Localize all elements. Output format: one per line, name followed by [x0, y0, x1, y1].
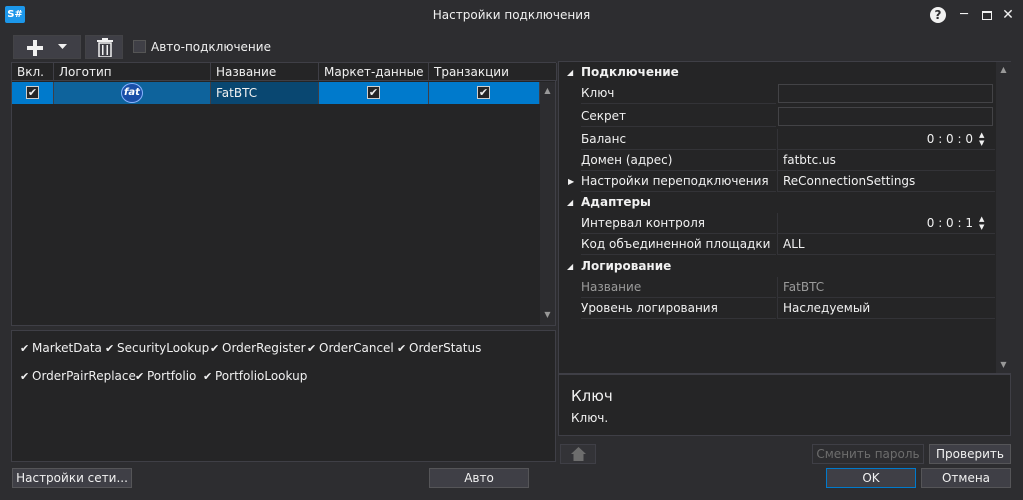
- property-grid: ◢ Подключение Ключ Секрет Баланс 0 : 0 :…: [558, 61, 1011, 374]
- cancel-button[interactable]: Отмена: [921, 468, 1011, 488]
- property-description: Ключ Ключ.: [558, 374, 1011, 436]
- property-domain: Домен (адрес) fatbtc.us: [559, 150, 996, 171]
- category-adapters[interactable]: ◢ Адаптеры: [559, 192, 996, 213]
- supported-transactions-panel: ✔ MarketData ✔ SecurityLookup ✔ OrderRegist…: [11, 330, 556, 462]
- balance-timespan-input[interactable]: 0 : 0 : 0: [777, 129, 995, 150]
- help-icon[interactable]: ?: [930, 7, 946, 23]
- scroll-up-icon[interactable]: ▲: [996, 65, 1011, 74]
- table-row[interactable]: ✔ fat FatBTC ✔ ✔: [12, 82, 540, 104]
- transaction-checkbox[interactable]: ✔ SecurityLookup: [105, 340, 209, 356]
- domain-input[interactable]: fatbtc.us: [777, 150, 995, 171]
- property-board: Код объединенной площадки ALL: [559, 234, 996, 255]
- spin-icon[interactable]: ▲ ▼: [979, 215, 984, 231]
- transaction-checkbox[interactable]: ✔ MarketData: [20, 340, 102, 356]
- transactions-checkbox[interactable]: ✔: [477, 86, 490, 99]
- column-header-enabled[interactable]: Вкл.: [12, 63, 54, 81]
- connection-name: FatBTC: [211, 82, 319, 104]
- scroll-down-icon[interactable]: ▼: [996, 360, 1011, 369]
- property-grid-scrollbar[interactable]: ▲ ▼: [996, 62, 1011, 373]
- collapse-icon: ◢: [567, 68, 574, 77]
- home-icon: [571, 447, 586, 461]
- plus-icon: [27, 40, 43, 56]
- network-settings-button[interactable]: Настройки сети...: [12, 468, 132, 488]
- change-password-button[interactable]: Сменить пароль: [812, 444, 924, 464]
- app-logo: S#: [5, 6, 25, 23]
- category-connection[interactable]: ◢ Подключение: [559, 62, 996, 83]
- scroll-up-icon[interactable]: ▲: [540, 86, 555, 95]
- transaction-checkbox[interactable]: ✔ PortfolioLookup: [203, 368, 307, 384]
- key-input[interactable]: [778, 84, 993, 103]
- auto-connect-checkbox[interactable]: [133, 40, 146, 53]
- transaction-checkbox[interactable]: ✔ Portfolio: [135, 368, 196, 384]
- column-header-transactions[interactable]: Транзакции: [429, 63, 557, 81]
- expand-icon[interactable]: ▶: [568, 171, 574, 192]
- property-log-level: Уровень логирования Наследуемый: [559, 298, 996, 319]
- window-title: Настройки подключения: [432, 8, 591, 22]
- property-key: Ключ: [559, 83, 996, 104]
- column-header-logo[interactable]: Логотип: [54, 63, 211, 81]
- trash-icon: [97, 38, 113, 57]
- property-log-name: Название FatBTC: [559, 277, 996, 298]
- market-data-checkbox[interactable]: ✔: [367, 86, 380, 99]
- description-title: Ключ: [571, 387, 613, 405]
- transaction-checkbox[interactable]: ✔ OrderCancel: [307, 340, 394, 356]
- transaction-checkbox[interactable]: ✔ OrderPairReplace: [20, 368, 136, 384]
- property-balance: Баланс 0 : 0 : 0 ▲ ▼: [559, 129, 996, 150]
- auto-button[interactable]: Авто: [429, 468, 529, 488]
- check-button[interactable]: Проверить: [929, 444, 1011, 464]
- chevron-down-icon: [58, 44, 67, 49]
- column-header-name[interactable]: Название: [211, 63, 319, 81]
- grid-scrollbar[interactable]: ▲ ▼: [540, 82, 555, 325]
- secret-input[interactable]: [778, 107, 993, 126]
- property-interval: Интервал контроля 0 : 0 : 1 ▲ ▼: [559, 213, 996, 234]
- delete-connection-button[interactable]: [85, 35, 123, 59]
- property-secret: Секрет: [559, 106, 996, 127]
- column-header-market-data[interactable]: Маркет-данные: [319, 63, 429, 81]
- minimize-icon[interactable]: ─: [955, 6, 973, 24]
- fatbtc-logo: fat: [121, 83, 143, 103]
- transaction-checkbox[interactable]: ✔ OrderRegister: [210, 340, 306, 356]
- board-input[interactable]: ALL: [777, 234, 995, 255]
- title-bar: Настройки подключения S# ? ─ ✕: [0, 0, 1023, 30]
- connections-grid: Вкл. Логотип Название Маркет-данные Тран…: [11, 62, 557, 326]
- transaction-checkbox[interactable]: ✔ OrderStatus: [397, 340, 481, 356]
- description-text: Ключ.: [571, 411, 609, 425]
- close-icon[interactable]: ✕: [999, 6, 1017, 24]
- spin-icon[interactable]: ▲ ▼: [979, 131, 984, 147]
- home-button[interactable]: [560, 444, 596, 464]
- log-level-select[interactable]: Наследуемый: [777, 298, 995, 319]
- collapse-icon: ◢: [567, 262, 574, 271]
- maximize-icon[interactable]: [978, 6, 996, 24]
- scroll-down-icon[interactable]: ▼: [540, 310, 555, 319]
- enabled-checkbox[interactable]: ✔: [26, 86, 39, 99]
- add-connection-button[interactable]: [13, 35, 81, 59]
- category-logging[interactable]: ◢ Логирование: [559, 256, 996, 277]
- collapse-icon: ◢: [567, 198, 574, 207]
- property-reconnect[interactable]: ▶ Настройки переподключения ReConnection…: [559, 171, 996, 192]
- ok-button[interactable]: OK: [826, 468, 916, 488]
- auto-connect-label: Авто-подключение: [151, 40, 271, 54]
- interval-timespan-input[interactable]: 0 : 0 : 1: [777, 213, 995, 234]
